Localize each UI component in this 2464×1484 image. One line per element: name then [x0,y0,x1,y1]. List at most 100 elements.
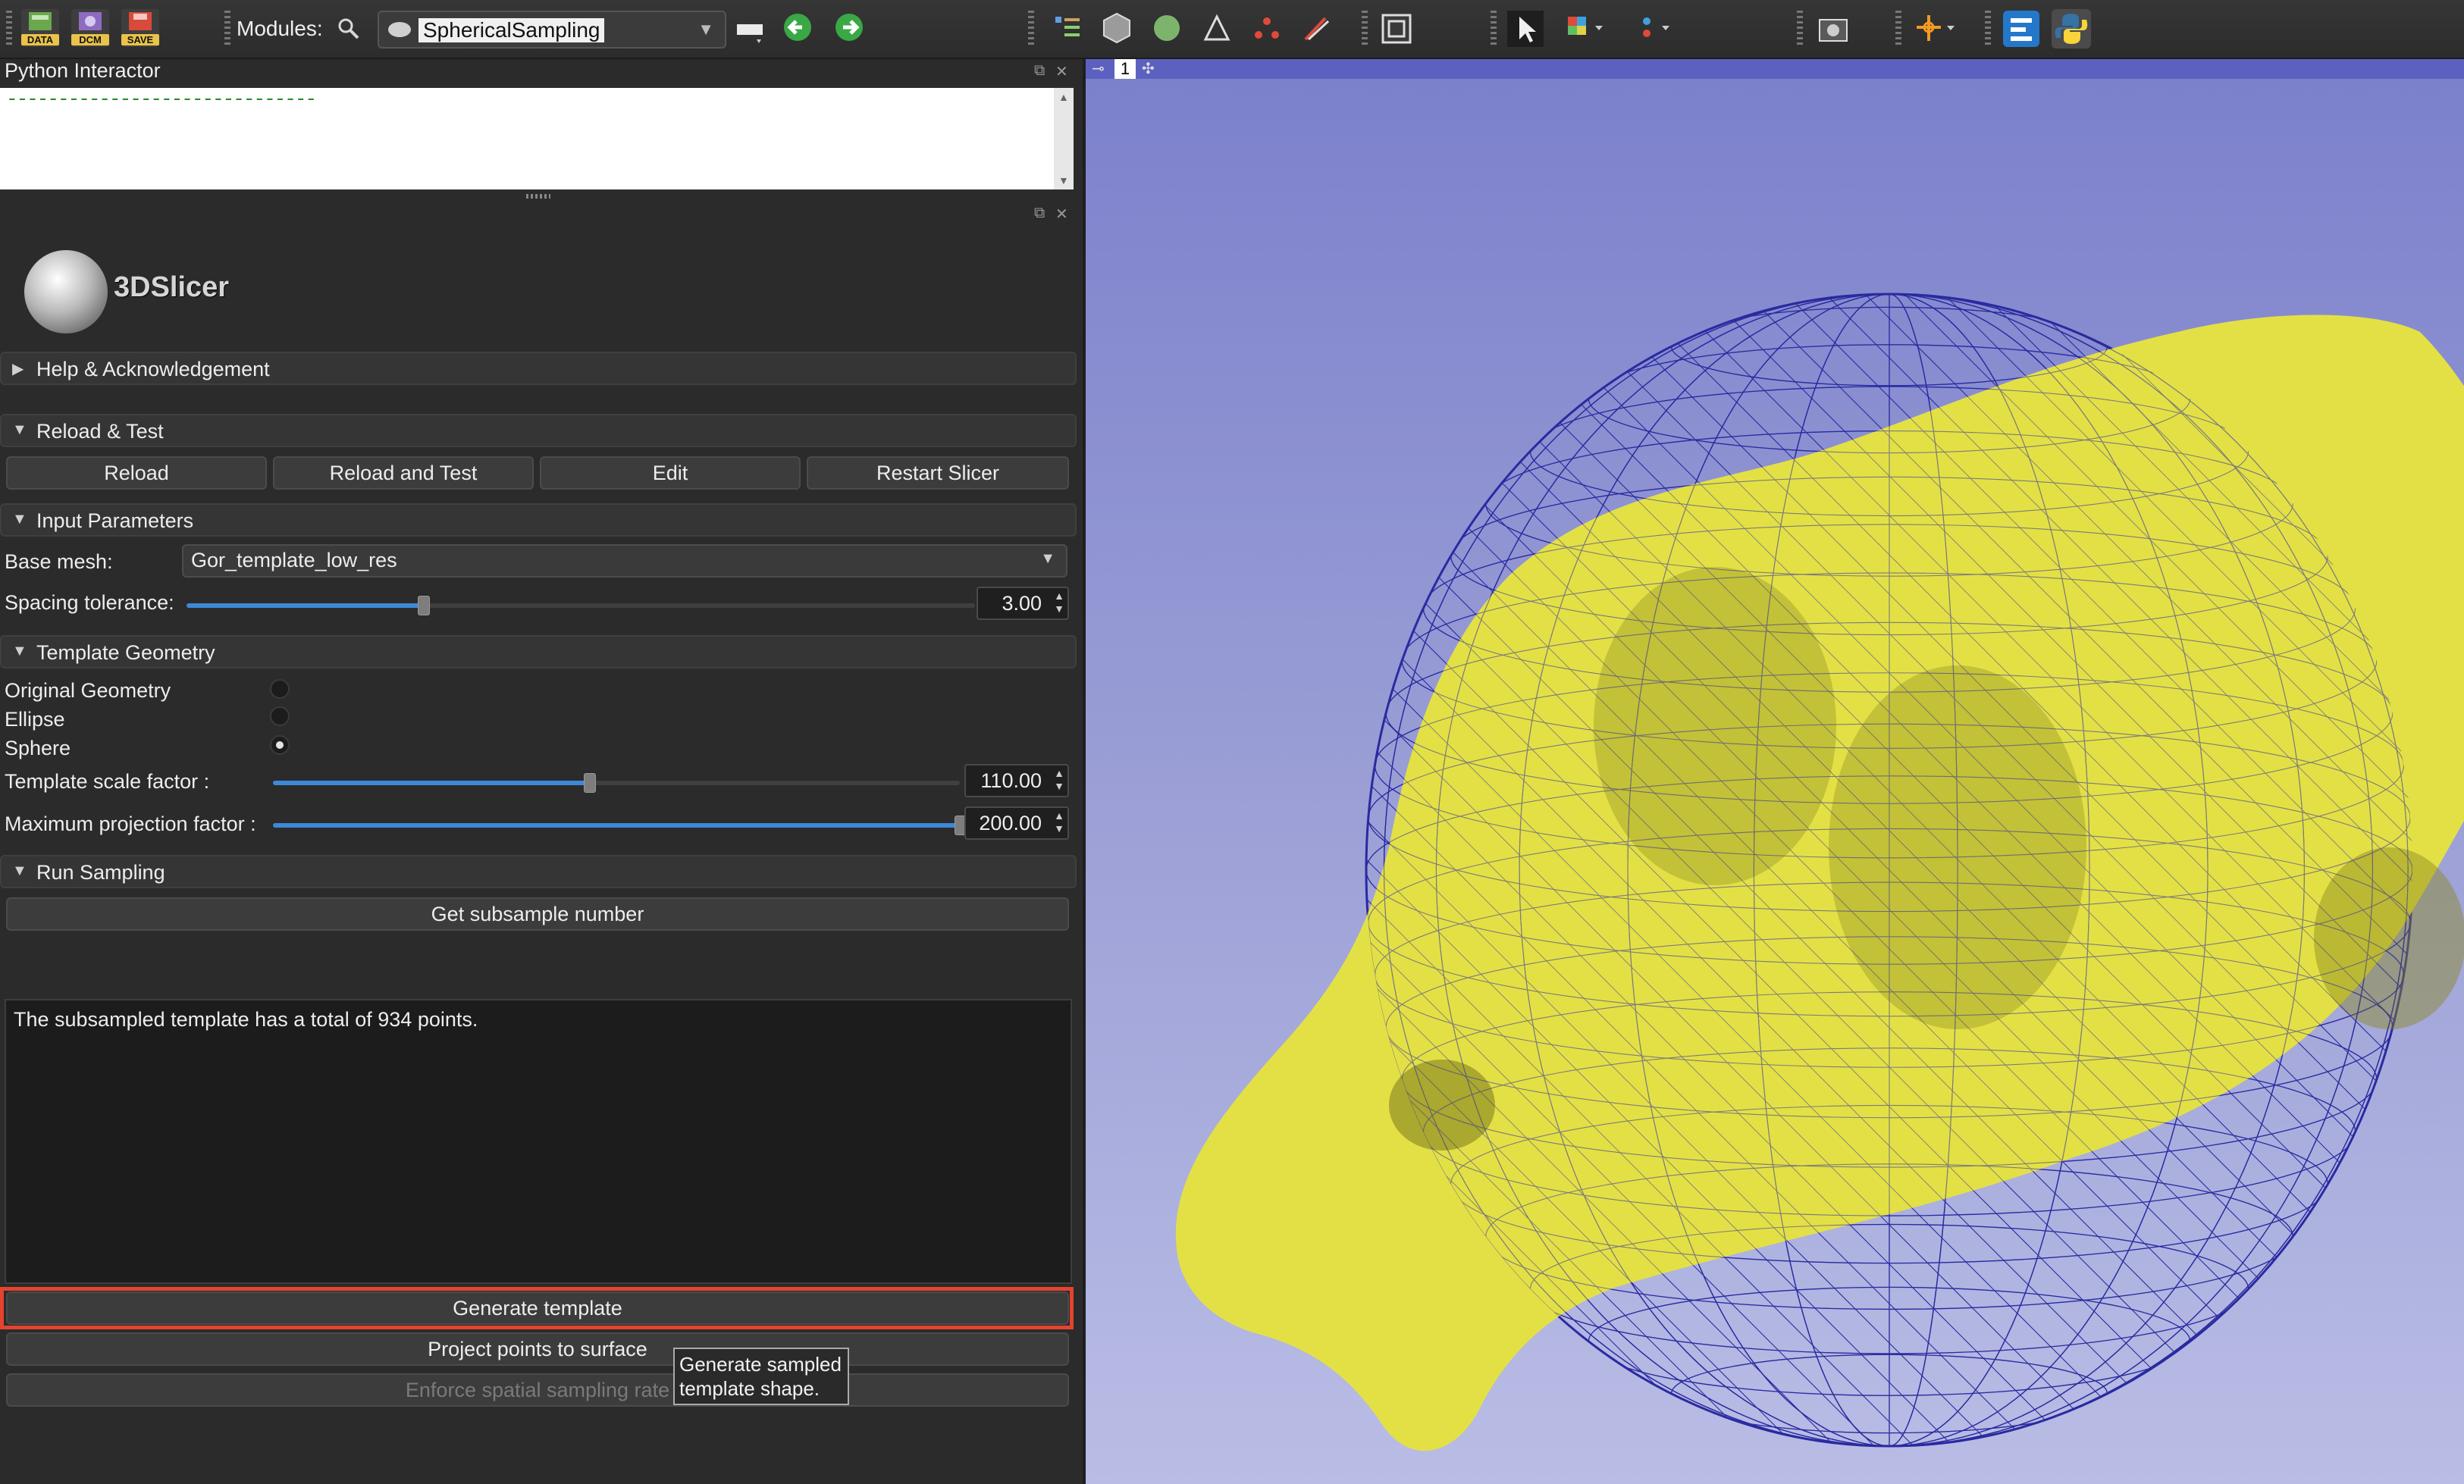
markups-icon[interactable] [1249,11,1284,45]
undock-icon[interactable]: ⧉ [1034,62,1045,80]
spacing-tolerance-slider[interactable] [187,596,975,615]
python-interactor-title: Python Interactor [5,59,161,82]
template-scale-spinbox[interactable]: 110.00 ▲ ▼ [964,764,1069,797]
dicom-icon [79,12,102,30]
section-reload-test-title: Reload & Test [36,420,164,443]
section-input-parameters-title: Input Parameters [36,509,194,532]
base-mesh-value: Gor_template_low_res [191,549,397,571]
output-text-area[interactable]: The subsampled template has a total of 9… [5,999,1072,1284]
data-button[interactable]: DATA [21,9,59,47]
tooltip: Generate sampled template shape. [673,1348,849,1405]
back-arrow-icon[interactable] [781,11,816,45]
toolbar-grip[interactable] [1028,11,1034,47]
toolbar-grip[interactable] [1362,11,1368,47]
sphere-radio[interactable] [270,735,290,755]
toolbar-grip[interactable] [1797,11,1803,47]
slider-fill [187,603,423,608]
module-selector-value: SphericalSampling [419,18,605,42]
app-name: 3DSlicer [114,271,230,303]
data-tree-icon[interactable] [1051,12,1084,45]
python-icon[interactable] [2052,9,2091,49]
slider-handle[interactable] [583,773,596,793]
spin-arrows-icon[interactable]: ▲ ▼ [1054,590,1064,615]
module-history-icon[interactable] [734,15,767,45]
search-icon[interactable] [337,17,361,41]
chevron-down-icon: ▼ [1040,550,1055,567]
fiducial-place-icon[interactable] [1635,12,1680,45]
python-console[interactable]: ------------------------------ [0,88,1054,189]
view-options-icon[interactable]: ✣ [1142,59,1155,78]
slider-handle[interactable] [418,596,430,615]
undock-icon[interactable]: ⧉ [1034,205,1045,222]
module-icon [388,22,411,37]
chevron-down-icon: ▼ [12,421,27,438]
section-help[interactable]: ▶ Help & Acknowledgement [0,352,1077,385]
spin-arrows-icon[interactable]: ▲ ▼ [1054,809,1064,835]
volume-render-icon[interactable] [1149,11,1184,45]
pointer-icon[interactable] [1507,11,1544,47]
crosshair-icon[interactable] [1912,11,1958,47]
toolbar-grip[interactable] [224,11,230,47]
get-subsample-number-button[interactable]: Get subsample number [6,897,1069,931]
window-level-icon[interactable] [1565,12,1610,45]
module-selector[interactable]: SphericalSampling ▼ [378,11,726,49]
section-reload-test[interactable]: ▼ Reload & Test [0,414,1077,447]
original-geometry-radio[interactable] [270,679,290,699]
dcm-button[interactable]: DCM [71,9,109,47]
projection-factor-slider[interactable] [273,816,967,835]
scroll-up-icon[interactable]: ▲ [1058,91,1069,103]
3d-scene [1175,293,2464,1451]
ellipse-radio[interactable] [270,706,290,726]
layout-icon[interactable] [1378,11,1415,47]
spacing-tolerance-value: 3.00 [1002,592,1042,615]
save-icon [129,12,152,30]
segment-editor-icon[interactable] [1299,11,1334,45]
models-icon[interactable] [1199,11,1234,45]
projection-factor-label: Maximum projection factor : [5,812,256,835]
spacing-tolerance-label: Spacing tolerance: [5,591,174,614]
forward-arrow-icon[interactable] [832,11,867,45]
toolbar-grip[interactable] [1895,11,1901,47]
slider-fill [273,781,589,785]
option-sphere-label: Sphere [5,737,71,759]
spin-arrows-icon[interactable]: ▲ ▼ [1054,767,1064,793]
section-run-sampling[interactable]: ▼ Run Sampling [0,855,1077,888]
template-scale-value: 110.00 [980,769,1042,792]
close-icon[interactable]: ✕ [1055,205,1068,224]
section-template-geometry[interactable]: ▼ Template Geometry [0,635,1077,668]
extension-manager-icon[interactable] [2002,9,2041,49]
section-input-parameters[interactable]: ▼ Input Parameters [0,503,1077,537]
pin-icon[interactable]: ⊸ [1092,59,1105,78]
module-panel: Python Interactor ⧉ ✕ ------------------… [0,59,1083,1484]
save-button[interactable]: SAVE [121,9,159,47]
highlight-box [0,1287,1074,1329]
output-text: The subsampled template has a total of 9… [14,1008,478,1031]
reload-button[interactable]: Reload [6,456,267,490]
modules-label: Modules: [237,17,323,40]
project-points-button[interactable]: Project points to surface [6,1332,1069,1366]
view-controller-bar[interactable]: ⊸ 1 ✣ [1086,59,2464,79]
toolbar-grip[interactable] [1985,11,1991,47]
python-console-scrollbar[interactable]: ▲ ▼ [1054,88,1074,189]
data-icon [29,12,52,30]
chevron-right-icon: ▶ [12,361,24,377]
screenshot-icon[interactable] [1815,11,1851,47]
projection-factor-spinbox[interactable]: 200.00 ▲ ▼ [964,806,1069,840]
base-mesh-select[interactable]: Gor_template_low_res ▼ [182,544,1067,578]
eye-socket [1594,567,1836,885]
restart-slicer-button[interactable]: Restart Slicer [807,456,1069,490]
volume-cube-icon[interactable] [1099,11,1134,45]
splitter-handle[interactable] [526,194,550,199]
spacing-tolerance-spinbox[interactable]: 3.00 ▲ ▼ [977,587,1069,620]
reload-and-test-button[interactable]: Reload and Test [273,456,534,490]
save-label: SAVE [121,34,159,45]
toolbar-grip[interactable] [1491,11,1497,47]
close-icon[interactable]: ✕ [1055,62,1068,81]
scroll-down-icon[interactable]: ▼ [1058,174,1069,186]
template-scale-slider[interactable] [273,773,960,793]
chevron-down-icon: ▼ [12,643,27,659]
toolbar-grip[interactable] [6,11,12,47]
3d-view[interactable]: ⊸ 1 ✣ [1086,59,2464,1484]
edit-button[interactable]: Edit [540,456,801,490]
dcm-label: DCM [71,34,109,45]
